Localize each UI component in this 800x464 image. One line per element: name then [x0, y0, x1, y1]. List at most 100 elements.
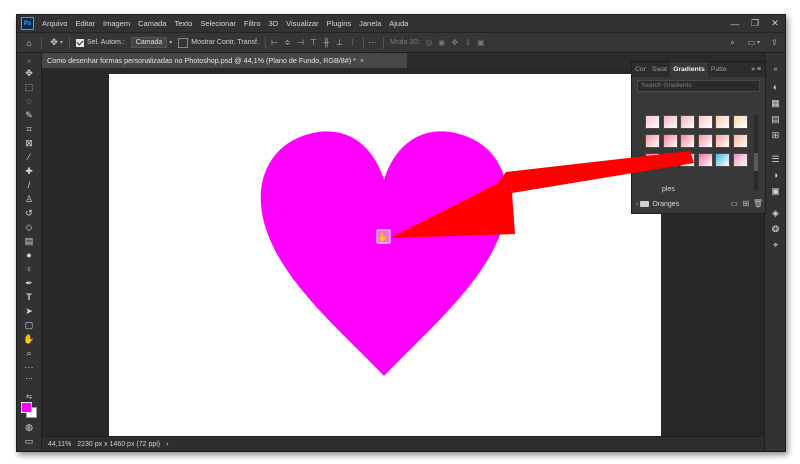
- document-tab[interactable]: Como desenhar formas personalizadas no P…: [42, 53, 407, 68]
- gradient-swatch[interactable]: [715, 115, 730, 129]
- foreground-color-swatch[interactable]: [21, 402, 32, 413]
- patterns-panel-icon[interactable]: ⊞: [769, 129, 782, 141]
- shape-tool-icon[interactable]: ▢: [22, 319, 36, 331]
- lasso-tool-icon[interactable]: ◌: [22, 95, 36, 107]
- edit-toolbar-icon[interactable]: ⋯: [22, 373, 36, 385]
- status-chevron-icon[interactable]: ›: [166, 441, 168, 448]
- color-panel-icon[interactable]: ◐: [769, 81, 782, 93]
- gradient-tool-icon[interactable]: ▤: [22, 235, 36, 247]
- tab-gradients[interactable]: Gradients: [670, 62, 708, 77]
- auto-select-checkbox[interactable]: Sel. Autom.:: [76, 38, 125, 47]
- libraries-panel-icon[interactable]: ▣: [769, 185, 782, 197]
- tab-color[interactable]: Cor: [632, 62, 649, 77]
- align-bottom-icon[interactable]: ⊥: [335, 38, 344, 47]
- screen-mode-icon[interactable]: ▭: [22, 435, 36, 447]
- gradient-folder-partial[interactable]: ples: [632, 182, 759, 196]
- dodge-tool-icon[interactable]: ♀: [22, 263, 36, 275]
- crop-tool-icon[interactable]: ⌗: [22, 123, 36, 135]
- eraser-tool-icon[interactable]: ◇: [22, 221, 36, 233]
- minimize-button[interactable]: —: [725, 15, 745, 32]
- workspace-icon[interactable]: ▭: [747, 38, 756, 47]
- home-icon[interactable]: ⌂: [23, 37, 35, 49]
- panel-grip-icon[interactable]: »: [22, 55, 36, 67]
- quick-select-tool-icon[interactable]: ✎: [22, 109, 36, 121]
- menu-3d[interactable]: 3D: [265, 19, 283, 28]
- collapse-dock-icon[interactable]: «: [769, 63, 782, 75]
- gradient-swatch[interactable]: [662, 115, 678, 129]
- gradient-swatch[interactable]: [662, 134, 678, 148]
- healing-brush-icon[interactable]: ✚: [22, 165, 36, 177]
- share-icon[interactable]: ⇪: [770, 38, 779, 47]
- hand-tool-icon[interactable]: ✋: [22, 333, 36, 345]
- move-tool-icon[interactable]: ✥: [22, 67, 36, 79]
- gradient-swatch[interactable]: [715, 134, 730, 148]
- roll-3d-icon[interactable]: ◉: [437, 38, 446, 47]
- menu-ajuda[interactable]: Ajuda: [385, 19, 412, 28]
- more-options-icon[interactable]: ···: [368, 38, 377, 47]
- adjustments-panel-icon[interactable]: ◑: [769, 169, 782, 181]
- gradient-swatch[interactable]: [697, 153, 713, 167]
- move-tool-preset-icon[interactable]: ✥ ▾: [48, 37, 63, 49]
- gradients-search-input[interactable]: Search Gradients: [637, 80, 760, 92]
- more-tools-icon[interactable]: ···: [22, 361, 36, 373]
- menu-imagem[interactable]: Imagem: [99, 19, 134, 28]
- gradient-swatch[interactable]: [697, 115, 713, 129]
- auto-select-dropdown[interactable]: Camada ▾: [130, 37, 172, 48]
- blur-tool-icon[interactable]: ●: [22, 249, 36, 261]
- align-left-icon[interactable]: ⊢: [270, 38, 279, 47]
- type-tool-icon[interactable]: T: [22, 291, 36, 303]
- show-transform-controls-checkbox[interactable]: Mostrar Contr. Transf.: [178, 37, 259, 48]
- orbit-3d-icon[interactable]: ◎: [424, 38, 433, 47]
- align-hcenter-icon[interactable]: ≑: [283, 38, 292, 47]
- menu-filtro[interactable]: Filtro: [240, 19, 265, 28]
- new-gradient-icon[interactable]: ⊞: [740, 199, 752, 208]
- search-icon[interactable]: ⌕: [728, 38, 737, 47]
- close-button[interactable]: ✕: [765, 15, 785, 32]
- menu-plugins[interactable]: Plugins: [323, 19, 356, 28]
- gradient-swatch[interactable]: [645, 134, 660, 148]
- align-vcenter-icon[interactable]: ╫: [322, 38, 331, 47]
- gradients-panel-icon[interactable]: ▤: [769, 113, 782, 125]
- menu-editar[interactable]: Editar: [71, 19, 99, 28]
- gradient-swatch[interactable]: [680, 134, 695, 148]
- channels-panel-icon[interactable]: ❂: [769, 223, 782, 235]
- restore-button[interactable]: ❐: [745, 15, 765, 32]
- gradient-swatch[interactable]: [645, 153, 660, 167]
- camera-3d-icon[interactable]: ▣: [476, 38, 485, 47]
- canvas[interactable]: [109, 74, 661, 436]
- distribute-icon[interactable]: ⦙: [348, 38, 357, 47]
- quick-mask-icon[interactable]: ◍: [22, 421, 36, 433]
- paths-panel-icon[interactable]: ⌖: [769, 239, 782, 251]
- tab-patterns[interactable]: Patte: [708, 62, 730, 77]
- panel-menu-icon[interactable]: » ≡: [751, 66, 765, 73]
- frame-tool-icon[interactable]: ⊠: [22, 137, 36, 149]
- swatches-panel-icon[interactable]: ▦: [769, 97, 782, 109]
- clone-stamp-icon[interactable]: ♙: [22, 193, 36, 205]
- history-brush-icon[interactable]: ↺: [22, 207, 36, 219]
- properties-panel-icon[interactable]: ☰: [769, 153, 782, 165]
- gradient-swatch[interactable]: [732, 153, 748, 167]
- zoom-tool-icon[interactable]: ⌕: [22, 347, 36, 359]
- align-top-icon[interactable]: ⊤: [309, 38, 318, 47]
- pen-tool-icon[interactable]: ✒: [22, 277, 36, 289]
- new-group-folder-icon[interactable]: ▭: [728, 199, 740, 208]
- eyedropper-tool-icon[interactable]: ⁄: [22, 151, 36, 163]
- menu-camada[interactable]: Camada: [134, 19, 170, 28]
- drag-3d-icon[interactable]: ✥: [450, 38, 459, 47]
- menu-texto[interactable]: Texto: [170, 19, 196, 28]
- gradient-swatch[interactable]: [732, 134, 748, 148]
- gradient-swatch[interactable]: [732, 115, 748, 129]
- menu-selecionar[interactable]: Selecionar: [196, 19, 239, 28]
- menu-arquivo[interactable]: Arquivo: [38, 19, 71, 28]
- scrollbar-thumb[interactable]: [754, 153, 758, 171]
- align-right-icon[interactable]: ⊣: [296, 38, 305, 47]
- gradient-swatch[interactable]: [715, 153, 730, 167]
- brush-tool-icon[interactable]: /: [22, 179, 36, 191]
- slide-3d-icon[interactable]: ⇳: [463, 38, 472, 47]
- close-tab-icon[interactable]: ×: [360, 56, 364, 65]
- delete-trash-icon[interactable]: 🗑: [752, 199, 764, 208]
- path-select-icon[interactable]: ➤: [22, 305, 36, 317]
- zoom-level[interactable]: 44,11%: [48, 441, 71, 448]
- gradient-swatch[interactable]: [662, 153, 678, 167]
- menu-visualizar[interactable]: Visualizar: [282, 19, 322, 28]
